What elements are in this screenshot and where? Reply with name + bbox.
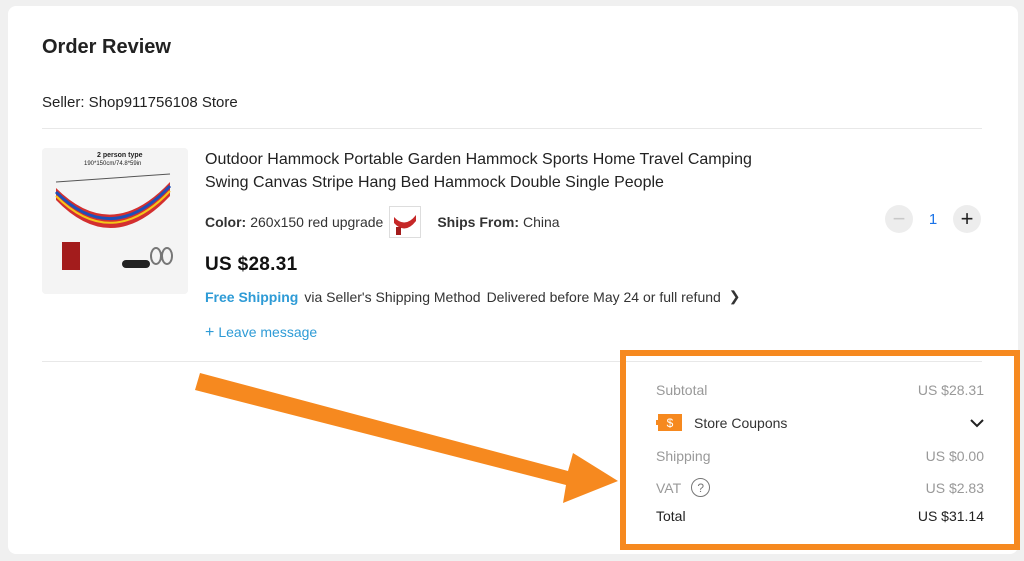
product-attributes: Color: 260x150 red upgrade Ships From: C… [205, 206, 560, 238]
divider [42, 128, 982, 129]
chevron-down-icon[interactable] [970, 415, 984, 431]
sku-thumbnail [389, 206, 422, 238]
shipping-label: Shipping [656, 448, 711, 464]
plus-icon[interactable]: + [953, 205, 981, 233]
plus-small-icon: + [205, 324, 215, 341]
product-title[interactable]: Outdoor Hammock Portable Garden Hammock … [205, 148, 775, 194]
subtotal-label: Subtotal [656, 382, 708, 398]
order-summary-highlight: Subtotal US $28.31 $ Store Coupons Shipp… [620, 350, 1020, 550]
page-title: Order Review [42, 36, 171, 58]
total-row: Total US $31.14 [656, 508, 984, 524]
store-coupons-label[interactable]: Store Coupons [694, 415, 787, 431]
quantity-stepper: − 1 + [885, 205, 981, 233]
vat-row: VAT ? US $2.83 [656, 478, 984, 497]
quantity-value[interactable]: 1 [913, 211, 953, 228]
subtotal-row: Subtotal US $28.31 [656, 382, 984, 398]
shipping-method: via Seller's Shipping Method [304, 288, 481, 305]
color-label: Color: [205, 214, 247, 230]
vat-value: US $2.83 [925, 479, 984, 496]
store-coupons-row[interactable]: $ Store Coupons [656, 414, 984, 431]
vat-label: VAT [656, 479, 682, 496]
shipping-info[interactable]: Free Shipping via Seller's Shipping Meth… [205, 288, 741, 305]
minus-icon[interactable]: − [885, 205, 913, 233]
ships-from-label: Ships From: [437, 214, 519, 230]
total-value: US $31.14 [917, 508, 984, 524]
total-label: Total [656, 508, 686, 524]
image-caption-1: 2 person type [97, 152, 143, 159]
product-price: US $28.31 [205, 254, 298, 275]
leave-message-label: Leave message [218, 324, 318, 340]
shipping-row: Shipping US $0.00 [656, 448, 984, 464]
color-value: 260x150 red upgrade [250, 214, 384, 230]
shipping-value: US $0.00 [925, 448, 984, 464]
product-image[interactable]: 2 person type 190*150cm/74.8*59in [42, 148, 188, 294]
subtotal-value: US $28.31 [917, 382, 984, 398]
coupon-icon: $ [656, 414, 682, 431]
help-icon[interactable]: ? [691, 478, 711, 497]
chevron-right-icon[interactable]: ❯ [729, 288, 741, 305]
seller-name[interactable]: Seller: Shop911756108 Store [42, 94, 238, 111]
leave-message-button[interactable]: + Leave message [205, 324, 317, 342]
delivery-estimate: Delivered before May 24 or full refund [486, 288, 721, 305]
free-shipping-label[interactable]: Free Shipping [205, 289, 298, 305]
image-caption-2: 190*150cm/74.8*59in [84, 161, 141, 167]
ships-from-value: China [523, 214, 560, 230]
